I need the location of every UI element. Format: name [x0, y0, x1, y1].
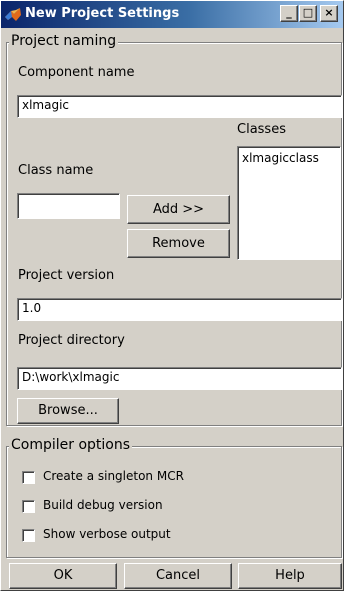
remove-button[interactable]: Remove [127, 229, 230, 258]
browse-button[interactable]: Browse... [17, 398, 119, 424]
matlab-logo-icon [4, 6, 22, 22]
add-button[interactable]: Add >> [127, 195, 230, 224]
class-name-label: Class name [18, 163, 94, 178]
component-name-label: Component name [18, 65, 135, 80]
compiler-options-legend: Compiler options [9, 437, 133, 453]
project-version-field[interactable]: 1.0 [17, 298, 342, 321]
verbose-output-checkbox[interactable] [22, 529, 35, 542]
title-bar[interactable]: New Project Settings _ □ × [0, 0, 344, 28]
close-button[interactable]: × [320, 5, 338, 22]
debug-version-label[interactable]: Build debug version [43, 498, 163, 512]
classes-list-item[interactable]: xlmagicclass [240, 149, 338, 167]
project-directory-label: Project directory [18, 333, 125, 348]
component-name-field[interactable]: xlmagic [17, 95, 342, 118]
singleton-mcr-label[interactable]: Create a singleton MCR [43, 469, 184, 483]
minimize-button[interactable]: _ [280, 5, 298, 22]
ok-button[interactable]: OK [9, 563, 117, 589]
maximize-button[interactable]: □ [299, 5, 317, 22]
window-title: New Project Settings [25, 6, 180, 21]
class-name-field[interactable] [17, 193, 120, 219]
cancel-button[interactable]: Cancel [124, 563, 232, 589]
verbose-output-label[interactable]: Show verbose output [43, 527, 171, 541]
help-button[interactable]: Help [238, 563, 342, 589]
classes-label: Classes [237, 122, 286, 137]
project-naming-legend: Project naming [9, 33, 119, 49]
debug-version-checkbox[interactable] [22, 500, 35, 513]
classes-list[interactable]: xlmagicclass [237, 146, 341, 260]
project-version-label: Project version [18, 268, 115, 283]
singleton-mcr-checkbox[interactable] [22, 471, 35, 484]
project-directory-field[interactable]: D:\work\xlmagic [17, 367, 342, 390]
